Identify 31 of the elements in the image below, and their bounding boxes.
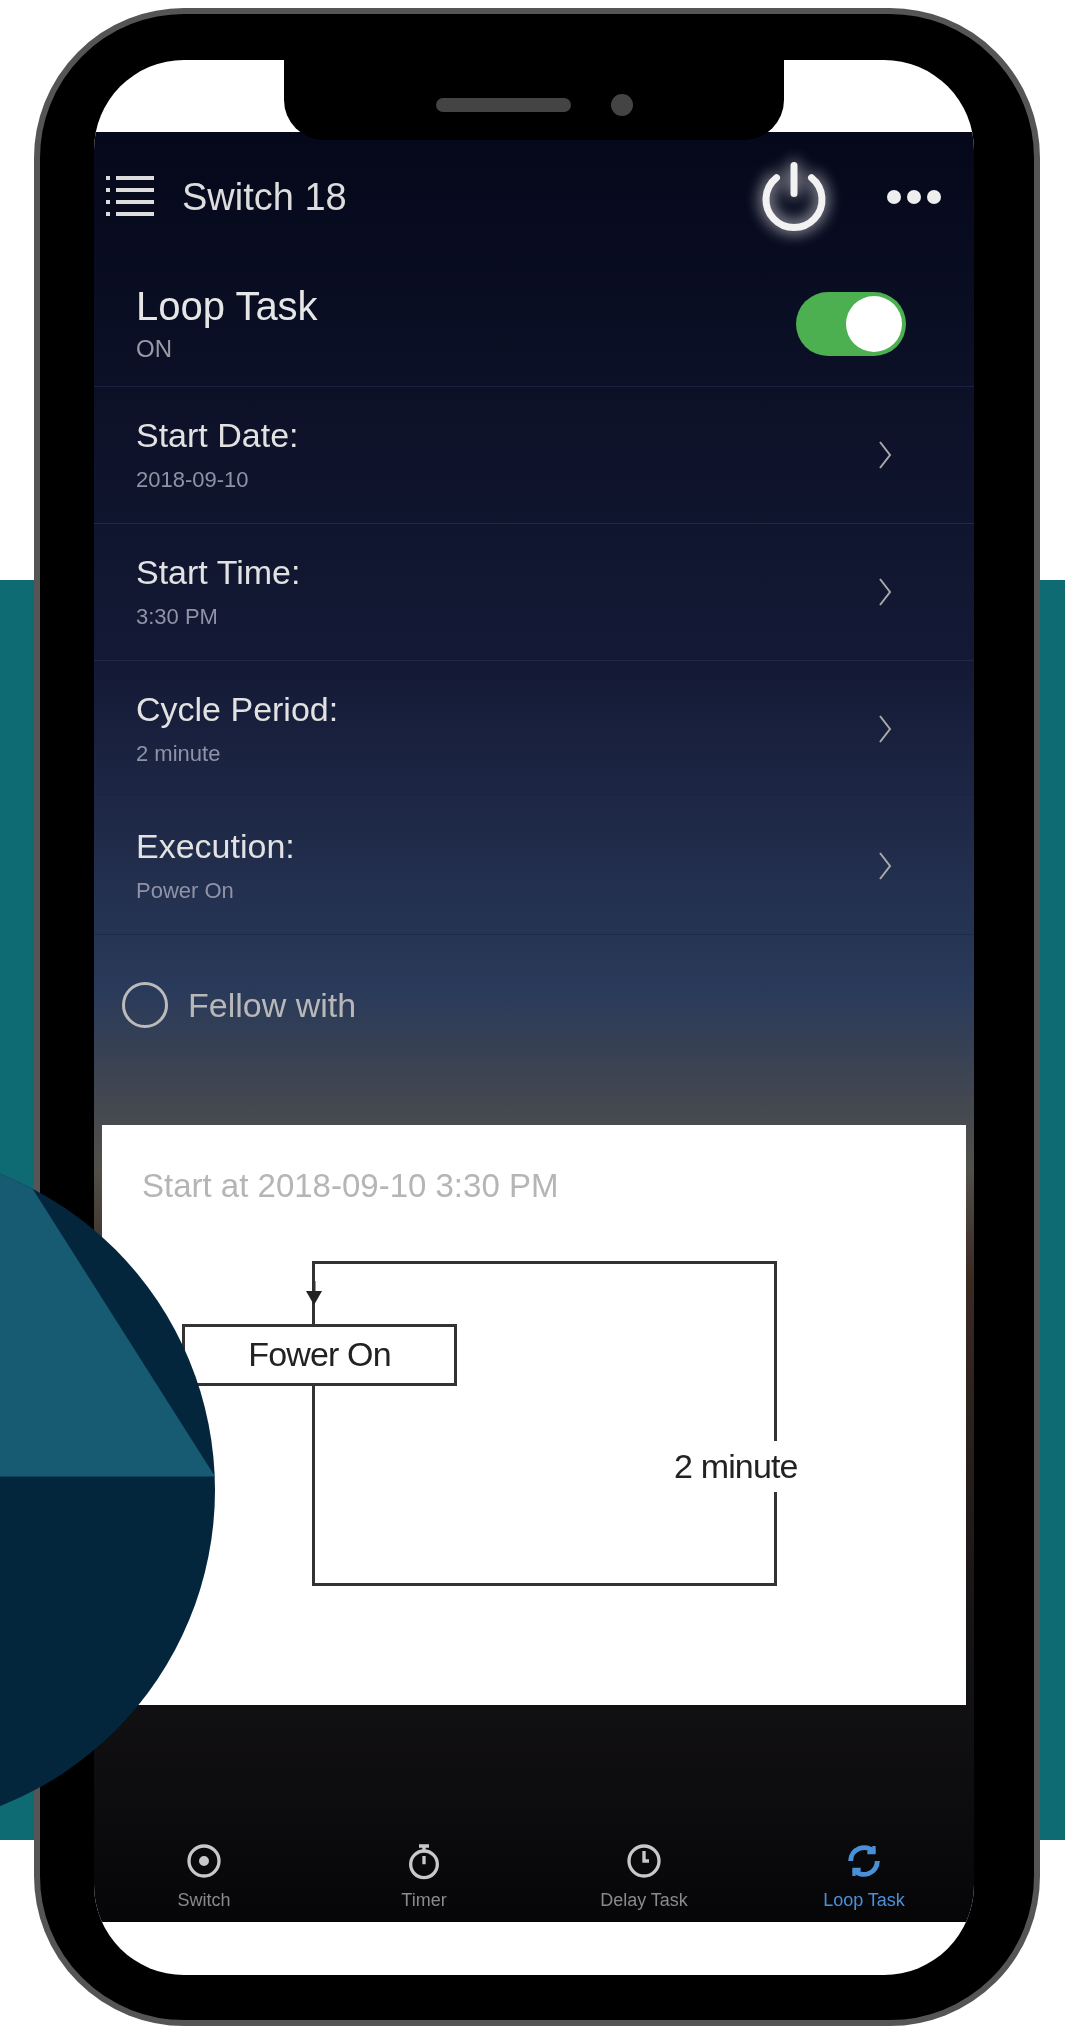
settings-row[interactable]: Start Time: 3:30 PM bbox=[94, 524, 974, 661]
chevron-right-icon bbox=[878, 714, 892, 744]
row-value: Power On bbox=[136, 876, 235, 905]
toggle-knob bbox=[846, 296, 902, 352]
period-label: 2 minute bbox=[672, 1440, 800, 1492]
row-label: Loop Task bbox=[136, 283, 318, 330]
tab-button[interactable]: Timer bbox=[401, 1841, 447, 1914]
more-icon[interactable] bbox=[886, 187, 942, 207]
radio-button[interactable] bbox=[122, 982, 168, 1028]
row-label: Execution: bbox=[136, 826, 295, 868]
settings-row[interactable]: Execution: Power On bbox=[94, 798, 974, 935]
row-value: 2018-09-10 bbox=[136, 465, 250, 494]
app-title: Switch 18 bbox=[182, 174, 347, 220]
chevron-right-icon bbox=[878, 440, 892, 470]
settings-row[interactable]: Start Date: 2018-09-10 bbox=[94, 387, 974, 524]
row-label: Start Date: bbox=[136, 415, 299, 457]
circle-dot-icon bbox=[184, 1841, 224, 1881]
row-value: 2 minute bbox=[136, 739, 222, 768]
chevron-right-icon bbox=[878, 851, 892, 881]
chevron-right-icon bbox=[878, 577, 892, 607]
row-value: ON bbox=[136, 334, 173, 364]
row-value: 3:30 PM bbox=[136, 602, 219, 631]
tab-button[interactable]: Delay Task bbox=[600, 1841, 688, 1914]
tab-button[interactable]: Loop Task bbox=[823, 1841, 905, 1914]
radio-label: Fellow with bbox=[188, 984, 357, 1026]
preview-caption: Start at 2018-09-10 3:30 PM bbox=[142, 1166, 560, 1206]
settings-row[interactable]: Cycle Period: 2 minute bbox=[94, 661, 974, 798]
clock-icon bbox=[624, 1841, 664, 1881]
row-label: Start Time: bbox=[136, 552, 301, 594]
row-label: Cycle Period: bbox=[136, 689, 339, 731]
tab-button[interactable]: Switch bbox=[177, 1841, 231, 1914]
